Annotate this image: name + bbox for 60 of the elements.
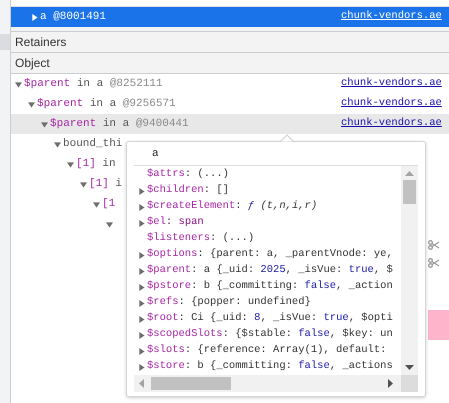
expand-triangle-icon[interactable] (138, 252, 145, 258)
property-entry[interactable]: $slots: {reference: Array(1), default: (147, 343, 386, 359)
property-entry[interactable]: $listeners: (...) (147, 231, 254, 247)
expand-triangle-icon[interactable] (138, 300, 145, 306)
property-entry[interactable]: $pstore: b {_committing: false, _action (147, 279, 393, 295)
collapse-triangle-icon[interactable] (54, 140, 61, 148)
property-entry[interactable]: $refs: {popper: undefined} (147, 295, 311, 311)
expand-triangle-icon[interactable] (138, 316, 145, 322)
expand-triangle-icon[interactable] (138, 220, 145, 226)
property-entry[interactable]: $store: b {_committing: false, _actions (147, 359, 393, 375)
source-link[interactable]: chunk-vendors.ae (341, 96, 442, 112)
retainer-label: $parent in a @9400441 (50, 116, 189, 132)
source-link[interactable]: chunk-vendors.ae (341, 76, 442, 92)
horizontal-scrollbar[interactable] (134, 375, 401, 392)
property-entry[interactable]: $children: [] (147, 183, 229, 199)
property-entry[interactable]: $createElement: ƒ (t,n,i,r) (147, 199, 318, 215)
retainer-label: [1] in (76, 156, 116, 172)
retainer-label: bound_thi (63, 136, 122, 152)
expand-triangle-icon[interactable] (31, 14, 38, 20)
highlight-block (428, 310, 449, 340)
collapse-triangle-icon[interactable] (41, 120, 48, 128)
property-entry[interactable]: $root: Ci {_uid: 8, _isVue: true, $opti (147, 311, 393, 327)
scissors-icon[interactable] (428, 240, 440, 250)
column-header[interactable]: Object (15, 54, 50, 72)
source-link[interactable]: chunk-vendors.ae (341, 116, 442, 132)
collapse-triangle-icon[interactable] (15, 80, 22, 88)
scroll-right-icon[interactable] (388, 379, 393, 388)
scrollbar-corner (401, 375, 418, 392)
expand-triangle-icon[interactable] (138, 364, 145, 370)
scrollbar-thumb[interactable] (151, 377, 231, 390)
tree-row[interactable]: $parent in a @8252111 chunk-vendors.ae (11, 74, 449, 94)
retainer-label: [1] i (89, 176, 122, 192)
tree-row[interactable]: $parent in a @9256571 chunk-vendors.ae (11, 94, 449, 114)
scissors-icon[interactable] (428, 258, 440, 268)
collapse-triangle-icon[interactable] (28, 100, 35, 108)
expand-triangle-icon[interactable] (138, 284, 145, 290)
property-entry[interactable]: $options: {parent: a, _parentVnode: ye, (147, 247, 393, 263)
expand-triangle-icon[interactable] (138, 268, 145, 274)
expand-triangle-icon[interactable] (138, 332, 145, 338)
expand-triangle-icon[interactable] (138, 348, 145, 354)
collapse-triangle-icon[interactable] (93, 200, 100, 208)
property-entry[interactable]: $parent: a {_uid: 2025, _isVue: true, $ (147, 263, 393, 279)
retainer-label: [1 (102, 196, 116, 212)
popover-title: a (152, 146, 159, 162)
expand-triangle-icon[interactable] (138, 204, 145, 210)
retainer-label: $parent in a @8252111 (24, 76, 163, 92)
collapse-triangle-icon[interactable] (80, 180, 87, 188)
panel-title: Retainers (15, 34, 66, 51)
selected-row[interactable]: a @8001491 chunk-vendors.ae (11, 7, 449, 27)
collapse-triangle-icon[interactable] (67, 160, 74, 168)
scrollbar-thumb[interactable] (403, 180, 416, 204)
property-entry[interactable]: $el: span (147, 215, 204, 231)
tree-row[interactable]: $parent in a @9400441 chunk-vendors.ae (11, 114, 449, 134)
expand-triangle-icon[interactable] (138, 188, 145, 194)
property-entry[interactable]: $scopedSlots: {$stable: false, $key: un (147, 327, 393, 343)
vertical-scrollbar[interactable] (401, 166, 418, 376)
retainer-label: $parent in a @9256571 (37, 96, 176, 112)
collapse-triangle-icon[interactable] (106, 220, 113, 228)
scroll-down-icon[interactable] (405, 365, 414, 370)
property-entry[interactable]: $attrs: (...) (147, 167, 229, 183)
